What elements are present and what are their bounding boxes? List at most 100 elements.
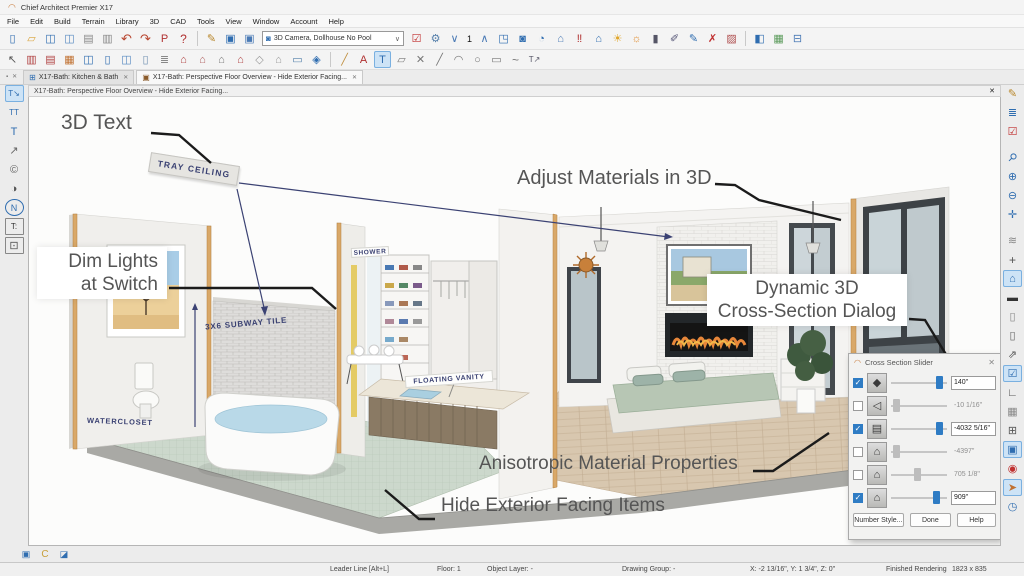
- text-macro-tool[interactable]: T:: [5, 218, 24, 235]
- help-button[interactable]: ?: [175, 30, 192, 47]
- cad-circle-tool[interactable]: ○: [469, 51, 486, 68]
- menu-cad[interactable]: CAD: [170, 17, 186, 26]
- display-options-panel-button[interactable]: ⌂: [1003, 270, 1022, 287]
- undo-button[interactable]: ↶: [118, 30, 135, 47]
- zoom-out-button[interactable]: ⊖: [1003, 187, 1022, 204]
- section-slider[interactable]: [891, 399, 947, 413]
- print-button[interactable]: ▤: [80, 30, 97, 47]
- save-plan-button[interactable]: ◫: [42, 30, 59, 47]
- text-tool[interactable]: T: [5, 123, 24, 140]
- adjust-lights-button[interactable]: ☼: [628, 30, 645, 47]
- callout-tool[interactable]: ©: [5, 161, 24, 178]
- leader-line-text-tool[interactable]: T↗: [526, 51, 543, 68]
- rendering-technique-button[interactable]: ➤: [1003, 479, 1022, 496]
- window-tool[interactable]: ◫: [80, 51, 97, 68]
- edit-box-button[interactable]: ◪: [57, 548, 71, 561]
- menu-file[interactable]: File: [7, 17, 19, 26]
- library-edit-button[interactable]: ✎: [1003, 85, 1022, 102]
- backdrop-button[interactable]: ▦: [770, 30, 787, 47]
- grid-button[interactable]: ▦: [1003, 403, 1022, 420]
- toggle-dialog-button[interactable]: ☑: [408, 30, 425, 47]
- walkthrough-button[interactable]: ‼: [571, 30, 588, 47]
- menu-window[interactable]: Window: [253, 17, 280, 26]
- section-value-field[interactable]: 140": [951, 376, 996, 390]
- section-checkbox[interactable]: [853, 470, 863, 480]
- camera-options-button[interactable]: ▣: [19, 548, 33, 561]
- railing-tool[interactable]: ▤: [42, 51, 59, 68]
- sunlight-button[interactable]: ☀: [609, 30, 626, 47]
- save-camera-button[interactable]: ▣: [222, 30, 239, 47]
- snapshot-camera-button[interactable]: ◙: [514, 30, 531, 47]
- rich-text-tool[interactable]: TT: [5, 104, 24, 121]
- slider-handle[interactable]: [936, 376, 943, 389]
- edit-active-view-button[interactable]: ✎: [203, 30, 220, 47]
- layer-sets-button[interactable]: ≋: [1003, 232, 1022, 249]
- dollhouse-view-button[interactable]: ⌂: [590, 30, 607, 47]
- menu-library[interactable]: Library: [116, 17, 139, 26]
- slider-handle[interactable]: [914, 468, 921, 481]
- dialog-close-button[interactable]: ✕: [988, 358, 995, 367]
- section-slider[interactable]: [891, 422, 947, 436]
- display-options-button[interactable]: ◧: [751, 30, 768, 47]
- mouse-orbit-button[interactable]: ◔: [533, 30, 550, 47]
- niche-tool[interactable]: ⌂: [213, 51, 230, 68]
- grid-snap-button[interactable]: ⊞: [1003, 422, 1022, 439]
- section-slider[interactable]: [891, 376, 947, 390]
- saved-camera-dropdown[interactable]: ◙ 3D Camera, Dollhouse No Pool ∨: [262, 31, 404, 46]
- dock-pin-icon[interactable]: ▪: [6, 74, 8, 80]
- menu-terrain[interactable]: Terrain: [82, 17, 105, 26]
- redo-button[interactable]: ↷: [137, 30, 154, 47]
- masonry-fireplace-tool[interactable]: ⌂: [232, 51, 249, 68]
- eyedropper-button[interactable]: ✐: [666, 30, 683, 47]
- number-style-tool[interactable]: ⊡: [5, 237, 24, 254]
- door-tool[interactable]: ▯: [99, 51, 116, 68]
- text-arrow-tool[interactable]: ↗: [5, 142, 24, 159]
- open-plan-button[interactable]: ▱: [23, 30, 40, 47]
- section-checkbox[interactable]: [853, 447, 863, 457]
- slider-handle[interactable]: [936, 422, 943, 435]
- down-one-floor-button[interactable]: ∨: [446, 30, 463, 47]
- document-tab[interactable]: ▣X17-Bath: Perspective Floor Overview - …: [136, 70, 363, 84]
- number-style-button[interactable]: Number Style...: [853, 513, 904, 527]
- dialog-defaults-button[interactable]: ☑: [1003, 123, 1022, 140]
- fill-window-button[interactable]: ✛: [1003, 206, 1022, 223]
- section-value-field[interactable]: 909": [951, 491, 996, 505]
- copy-region-button[interactable]: C: [38, 548, 52, 561]
- section-checkbox[interactable]: [853, 401, 863, 411]
- document-tab[interactable]: ⊞X17-Bath: Kitchen & Bath✕: [23, 70, 134, 84]
- camera-view-button[interactable]: ◳: [495, 30, 512, 47]
- print-preview-button[interactable]: ▥: [99, 30, 116, 47]
- project-browser-panel-button[interactable]: ≣: [1003, 104, 1022, 121]
- page-preview-button[interactable]: ▯: [1003, 327, 1022, 344]
- slider-handle[interactable]: [893, 445, 900, 458]
- wall-section-button[interactable]: ▬: [1003, 289, 1022, 306]
- toolbar-panels-button[interactable]: ⊟: [789, 30, 806, 47]
- soffit-tool[interactable]: ▭: [289, 51, 306, 68]
- menu-3d[interactable]: 3D: [150, 17, 160, 26]
- menu-account[interactable]: Account: [290, 17, 317, 26]
- straight-wall-tool[interactable]: ▥: [23, 51, 40, 68]
- cross-hair-button[interactable]: +: [1003, 251, 1022, 268]
- slider-handle[interactable]: [893, 399, 900, 412]
- leader-line-tool[interactable]: T↘: [5, 85, 24, 102]
- plot-graph-button[interactable]: ∟: [1003, 384, 1022, 401]
- cad-box-tool[interactable]: ▭: [488, 51, 505, 68]
- section-slider[interactable]: [891, 445, 947, 459]
- dimension-tool[interactable]: ╱: [336, 51, 353, 68]
- zoom-tool-button[interactable]: ⚲: [1000, 145, 1024, 170]
- edit-scene-button[interactable]: ⌂: [552, 30, 569, 47]
- auto-roof-tool[interactable]: ⌂: [270, 51, 287, 68]
- active-layer-display-button[interactable]: ☑: [1003, 365, 1022, 382]
- fireplace-tool[interactable]: ⌂: [175, 51, 192, 68]
- menu-tools[interactable]: Tools: [197, 17, 215, 26]
- cad-line-tool[interactable]: ╱: [431, 51, 448, 68]
- appliance-tool[interactable]: ⌂: [194, 51, 211, 68]
- section-checkbox[interactable]: ✓: [853, 493, 863, 503]
- tab-close-button[interactable]: ✕: [123, 74, 128, 81]
- camera-box-button[interactable]: ▣: [1003, 441, 1022, 458]
- up-one-floor-button[interactable]: ∧: [476, 30, 493, 47]
- save-as-button[interactable]: ◫: [61, 30, 78, 47]
- text-tool[interactable]: T: [374, 51, 391, 68]
- zoom-in-button[interactable]: ⊕: [1003, 168, 1022, 185]
- sliding-door-tool[interactable]: ◫: [118, 51, 135, 68]
